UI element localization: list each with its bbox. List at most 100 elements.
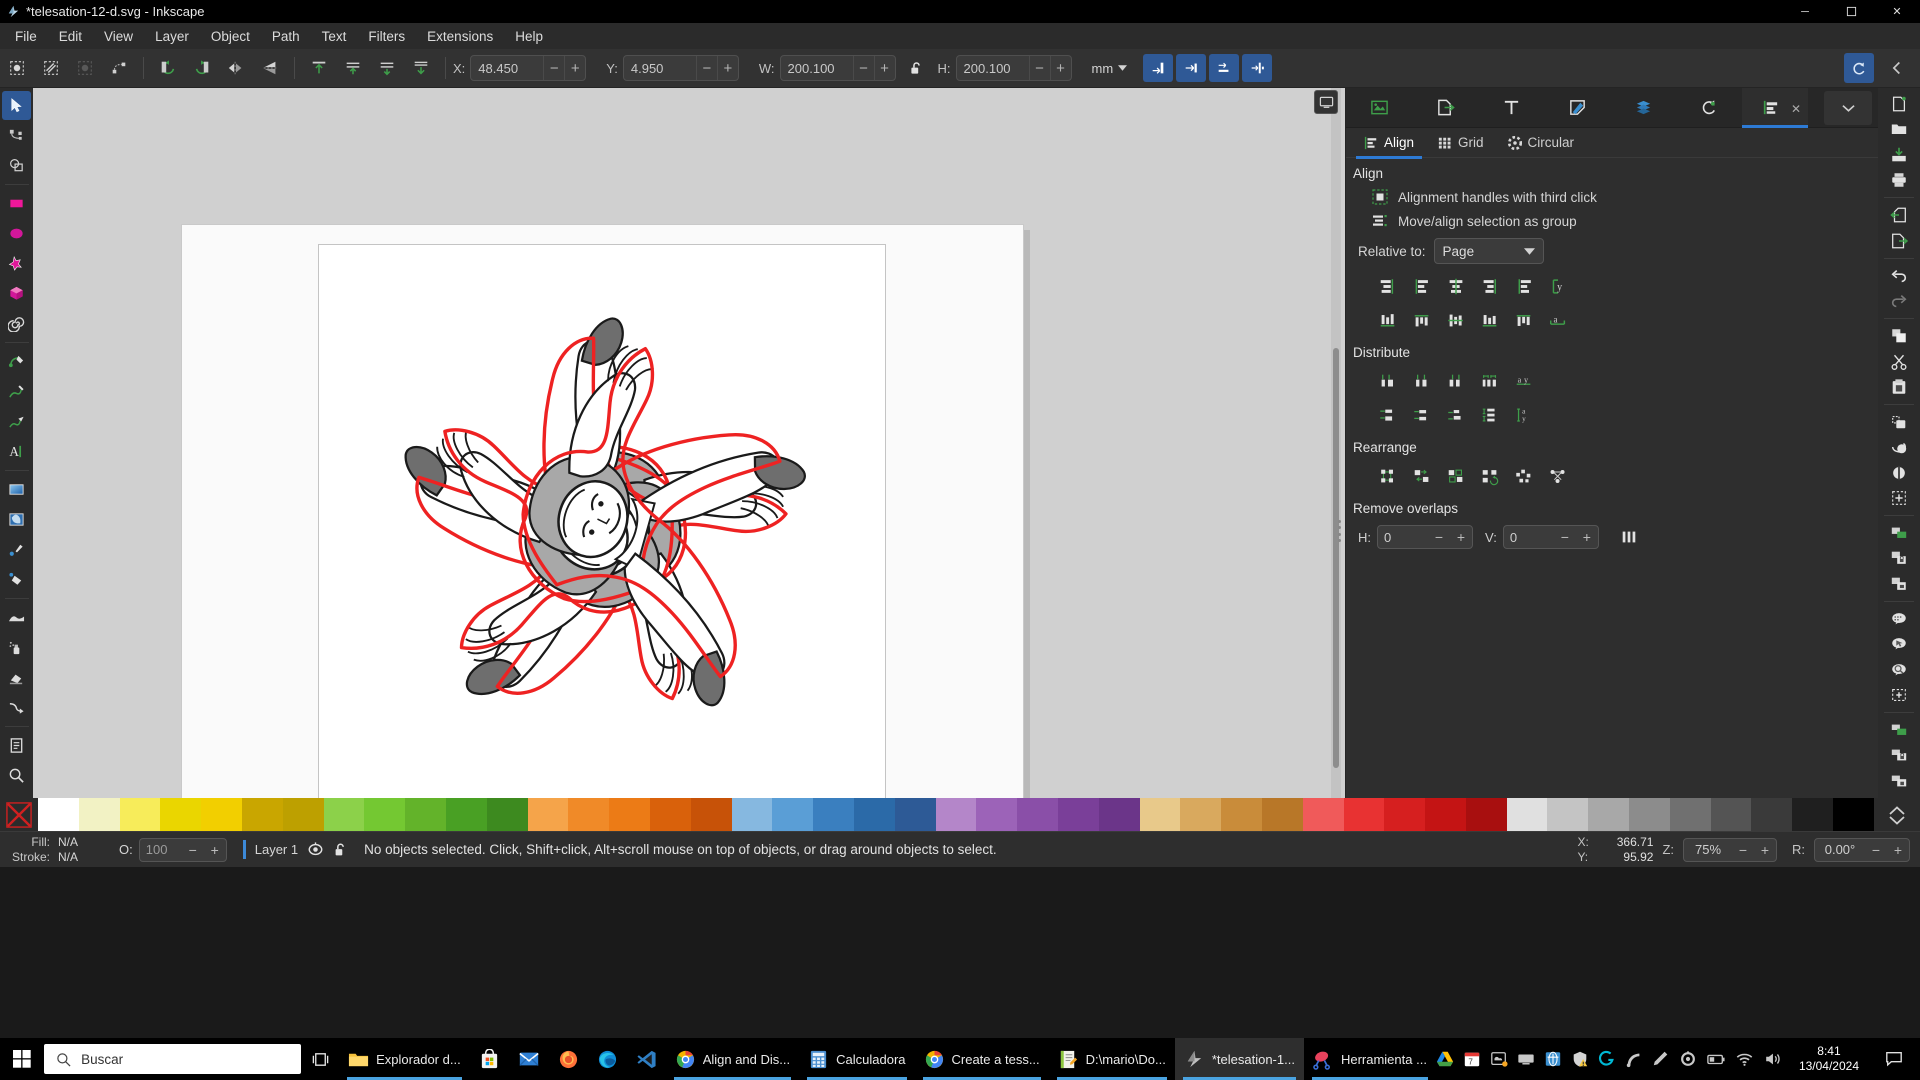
palette-swatch[interactable] (38, 798, 79, 832)
rotation-decrement[interactable]: − (1865, 839, 1887, 861)
chevron-down-icon[interactable] (1824, 90, 1872, 125)
add-object-icon[interactable] (1882, 683, 1916, 707)
raise-to-top-icon[interactable] (304, 53, 334, 83)
menu-object[interactable]: Object (200, 26, 261, 47)
distribute-top-edges-equidistant[interactable] (1372, 401, 1404, 429)
palette-swatch[interactable] (649, 798, 691, 832)
opacity-decrement[interactable]: − (182, 839, 204, 861)
deselect-icon[interactable] (70, 53, 100, 83)
new-document-icon[interactable] (1882, 92, 1916, 116)
alignment-handles-checkbox[interactable]: Alignment handles with third click (1346, 185, 1878, 209)
vertical-scroll-thumb[interactable] (1333, 348, 1339, 768)
document-properties-icon[interactable] (1882, 718, 1916, 742)
overlap-h-decrement[interactable]: − (1428, 526, 1450, 548)
palette-swatch[interactable] (323, 798, 365, 832)
tab-xml-or-image[interactable] (1346, 88, 1412, 128)
lower-to-bottom-icon[interactable] (406, 53, 436, 83)
y-field-value[interactable]: 4.950 (624, 61, 696, 76)
align-left-edges-to-right-anchor[interactable] (1508, 272, 1540, 300)
display-icon[interactable] (1517, 1050, 1535, 1068)
zoom-increment[interactable]: + (1754, 839, 1776, 861)
w-field[interactable]: 200.100 − + (779, 55, 896, 81)
align-top-edges[interactable] (1406, 306, 1438, 334)
overlap-h-value[interactable]: 0 (1378, 530, 1428, 545)
palette-swatch[interactable] (445, 798, 487, 832)
tab-layers[interactable] (1610, 88, 1676, 128)
palette-swatches[interactable] (38, 798, 1874, 832)
align-right-edges[interactable] (1474, 272, 1506, 300)
palette-swatch[interactable] (690, 798, 732, 832)
document-resources-icon[interactable] (1882, 743, 1916, 767)
y-field[interactable]: 4.950 − + (622, 55, 739, 81)
print-icon[interactable] (1882, 168, 1916, 192)
taskbar-app-snipping-tool[interactable]: Herramienta ... (1304, 1038, 1436, 1080)
palette-swatch[interactable] (1017, 798, 1058, 832)
text-baseline-horizontal[interactable]: a (1542, 306, 1574, 334)
overlap-v-field[interactable]: 0 − + (1502, 525, 1599, 549)
rotate-ccw-icon[interactable] (153, 53, 183, 83)
symbols-icon[interactable] (1882, 546, 1916, 570)
tab-align-distribute[interactable]: ✕ (1742, 87, 1808, 128)
chevron-down-icon[interactable] (1889, 815, 1905, 825)
taskbar-app-explorer[interactable]: Explorador d... (339, 1038, 470, 1080)
remove-overlaps-icon[interactable] (1613, 523, 1645, 551)
opacity-field[interactable]: 100 − + (138, 837, 227, 862)
menu-filters[interactable]: Filters (357, 26, 416, 47)
align-bottom-edges[interactable] (1474, 306, 1506, 334)
subtab-align[interactable]: Align (1352, 128, 1426, 159)
h-field[interactable]: 200.100 − + (955, 55, 1072, 81)
raise-icon[interactable] (338, 53, 368, 83)
unlocked-padlock-icon[interactable] (902, 53, 932, 83)
wifi-icon[interactable] (1735, 1050, 1754, 1068)
h-field-increment[interactable]: + (1049, 56, 1071, 80)
distribute-vertical-gaps-equal[interactable] (1474, 401, 1506, 429)
exchange-positions-stacking-order[interactable] (1440, 462, 1472, 490)
battery-icon[interactable] (1706, 1050, 1726, 1068)
spiral-tool[interactable] (2, 309, 31, 338)
rotation-field[interactable]: 0.00° − + (1814, 837, 1910, 862)
randomize-positions[interactable] (1508, 462, 1540, 490)
close-button[interactable]: ✕ (1874, 0, 1920, 23)
snap-bbox-corner-icon[interactable] (1209, 54, 1240, 82)
snap-toggle-button[interactable] (1844, 53, 1874, 83)
palette-swatch[interactable] (1792, 798, 1834, 832)
tweak-tool[interactable] (2, 603, 31, 632)
rectangle-tool[interactable] (2, 189, 31, 218)
palette-swatch[interactable] (405, 798, 446, 832)
palette-swatch[interactable] (1221, 798, 1262, 832)
spray-tool[interactable] (2, 633, 31, 662)
shape-builder-tool[interactable] (2, 151, 31, 180)
ellipse-tool[interactable] (2, 219, 31, 248)
palette-swatch[interactable] (78, 798, 120, 832)
3dbox-tool[interactable] (2, 279, 31, 308)
opacity-increment[interactable]: + (204, 839, 226, 861)
align-left-edges[interactable] (1406, 272, 1438, 300)
menu-extensions[interactable]: Extensions (416, 26, 504, 47)
unclump-objects[interactable] (1542, 462, 1574, 490)
eye-icon[interactable] (307, 841, 324, 858)
satellite-icon[interactable] (1625, 1050, 1643, 1068)
tessellation-artwork[interactable] (319, 245, 885, 811)
palette-swatch[interactable] (1343, 798, 1385, 832)
rotation-value[interactable]: 0.00° (1815, 842, 1865, 857)
taskbar-app-firefox[interactable] (549, 1038, 588, 1080)
palette-swatch[interactable] (364, 798, 406, 832)
object-to-path-icon[interactable] (104, 53, 134, 83)
flip-vertical-icon[interactable] (255, 53, 285, 83)
menu-file[interactable]: File (4, 26, 48, 47)
distribute-left-edges-equidistant[interactable] (1372, 367, 1404, 395)
text-tool[interactable]: A (2, 437, 31, 466)
bezier-tool[interactable] (2, 347, 31, 376)
menu-help[interactable]: Help (504, 26, 554, 47)
w-field-increment[interactable]: + (873, 56, 895, 80)
taskbar-app-store[interactable] (470, 1038, 509, 1080)
eraser-tool[interactable] (2, 663, 31, 692)
zoom-decrement[interactable]: − (1732, 839, 1754, 861)
overlap-v-increment[interactable]: + (1576, 526, 1598, 548)
palette-swatch[interactable] (160, 798, 202, 832)
palette-swatch[interactable] (1588, 798, 1630, 832)
palette-swatch[interactable] (486, 798, 528, 832)
palette-swatch[interactable] (935, 798, 977, 832)
palette-swatch[interactable] (568, 798, 610, 832)
snap-bbox-icon[interactable] (1143, 54, 1174, 82)
